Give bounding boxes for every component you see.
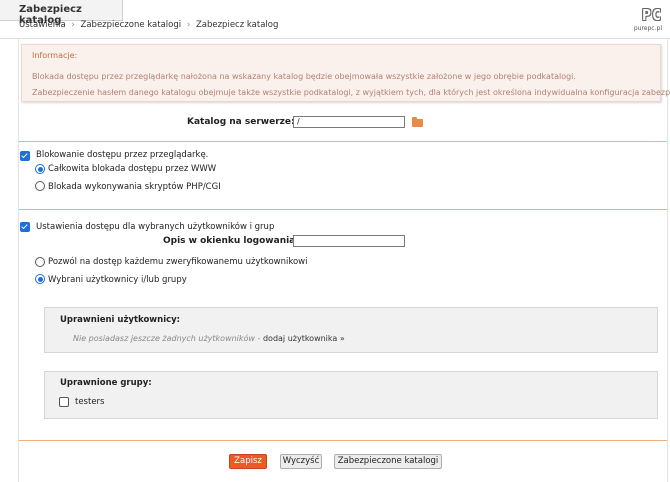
section-divider (19, 141, 667, 142)
page-tab: Zabezpiecz katalog (0, 0, 123, 26)
full-block-label: Całkowita blokada dostępu przez WWW (48, 164, 217, 174)
login-description-input[interactable] (293, 235, 405, 247)
any-verified-user-label: Pozwól na dostęp każdemu zweryfikowanemu… (48, 257, 308, 267)
breadcrumb-settings-link[interactable]: Ustawienia (19, 20, 66, 30)
login-description-label: Opis w okienku logowania: (163, 236, 299, 246)
script-block-radio[interactable] (35, 181, 45, 191)
access-settings-checkbox[interactable] (20, 222, 30, 232)
section-divider (19, 209, 667, 210)
top-bar: Zabezpiecz katalog Ustawienia › Zabezpie… (0, 0, 670, 39)
info-title: Informacje: (32, 51, 78, 60)
info-box: Informacje: Blokada dostępu przez przegl… (21, 44, 670, 102)
save-button[interactable]: Zapisz (229, 454, 267, 469)
purepc-logo: PC purepc.pl (608, 6, 662, 32)
no-users-dash: - (254, 334, 263, 343)
browser-block-checkbox[interactable] (20, 151, 30, 161)
authorized-groups-title: Uprawnione grupy: (60, 378, 152, 388)
breadcrumb: Ustawienia › Zabezpieczone katalogi › Za… (19, 20, 278, 30)
any-verified-user-radio[interactable] (35, 257, 45, 267)
breadcrumb-current: Zabezpiecz katalog (195, 20, 279, 30)
info-line-2: Zabezpieczenie hasłem danego katalogu ob… (32, 88, 670, 97)
protected-catalogs-button[interactable]: Zabezpieczone katalogi (334, 454, 442, 469)
catalog-path-input[interactable]: / (293, 116, 405, 128)
full-block-radio[interactable] (35, 164, 45, 174)
selected-users-radio[interactable] (35, 274, 45, 284)
logo-subtext: purepc.pl (633, 25, 662, 32)
no-users-text: Nie posiadasz jeszcze żadnych użytkownik… (73, 334, 255, 343)
authorized-users-title: Uprawnieni użytkownicy: (60, 315, 181, 325)
folder-icon[interactable] (412, 117, 423, 127)
clear-button[interactable]: Wyczyść (280, 454, 322, 469)
group-testers-checkbox[interactable] (59, 397, 69, 407)
section-divider (19, 440, 667, 441)
no-users-message: Nie posiadasz jeszcze żadnych użytkownik… (73, 334, 345, 343)
authorized-groups-panel: Uprawnione grupy: testers (44, 371, 658, 419)
script-block-label: Blokada wykonywania skryptów PHP/CGI (48, 182, 221, 192)
breadcrumb-protected-catalogs-link[interactable]: Zabezpieczone katalogi (81, 20, 182, 30)
logo-mark: PC (641, 6, 662, 24)
authorized-users-panel: Uprawnieni użytkownicy: Nie posiadasz je… (44, 307, 658, 353)
main-content: Informacje: Blokada dostępu przez przegl… (18, 38, 670, 482)
group-testers-label: testers (75, 397, 105, 407)
breadcrumb-separator: › (71, 20, 75, 30)
selected-users-label: Wybrani użytkownicy i/lub grupy (48, 275, 187, 285)
info-line-1: Blokada dostępu przez przeglądarkę nałoż… (32, 72, 576, 81)
catalog-label: Katalog na serwerze: (187, 117, 295, 127)
access-settings-label: Ustawienia dostępu dla wybranych użytkow… (36, 222, 275, 232)
breadcrumb-separator: › (186, 20, 191, 30)
add-user-link[interactable]: dodaj użytkownika » (263, 334, 345, 343)
browser-block-label: Blokowanie dostępu przez przeglądarkę. (36, 150, 209, 160)
